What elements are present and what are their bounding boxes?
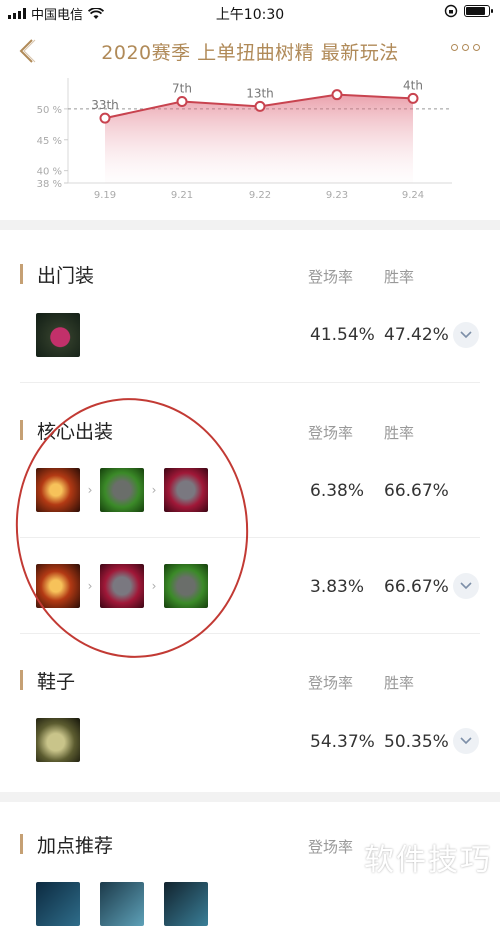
section-title: 加点推荐 [37, 834, 114, 857]
data-label: 13th [246, 86, 274, 100]
title-accent-bar [20, 264, 23, 284]
chevron-left-icon [19, 39, 36, 63]
data-point [99, 112, 111, 124]
status-bar: 中国电信 上午10:30 [0, 0, 500, 24]
data-point [407, 92, 419, 104]
chevron-down-icon [460, 582, 472, 590]
data-point [176, 95, 188, 107]
section-divider [0, 792, 500, 802]
x-tick-label: 9.22 [249, 190, 271, 201]
pick-rate-value: 3.83% [310, 577, 365, 597]
skill-order-header: 加点推荐 [20, 832, 114, 857]
dot-icon [462, 44, 469, 51]
pick-rate-value: 41.54% [310, 325, 375, 345]
status-right [444, 4, 493, 18]
win-rate-header: 胜率 [384, 268, 415, 286]
x-tick-label: 9.23 [326, 190, 348, 201]
data-point [331, 89, 343, 101]
win-rate-value: 47.42% [384, 325, 449, 345]
title-accent-bar [20, 834, 23, 854]
data-point [254, 100, 266, 112]
win-rate-value: 66.67% [384, 577, 449, 597]
expand-button[interactable] [453, 573, 479, 599]
chevron-down-icon [460, 331, 472, 339]
win-rate-header: 胜率 [384, 674, 415, 692]
build-row[interactable] [36, 313, 80, 357]
pick-rate-header: 登场率 [308, 674, 354, 692]
section-title: 出门装 [37, 264, 95, 287]
x-tick-label: 9.19 [94, 190, 116, 201]
dot-icon [473, 44, 480, 51]
pick-rate-value: 54.37% [310, 732, 375, 752]
clock: 上午10:30 [215, 7, 285, 23]
title-accent-bar [20, 420, 23, 440]
expand-button[interactable] [453, 322, 479, 348]
title-accent-bar [20, 670, 23, 690]
expand-button[interactable] [453, 728, 479, 754]
section-divider [0, 220, 500, 230]
y-tick-label: 38 % [37, 179, 62, 190]
win-rate-value: 66.67% [384, 481, 449, 501]
section-title: 鞋子 [37, 670, 76, 693]
y-tick-label: 45 % [37, 136, 62, 147]
divider [20, 382, 480, 383]
y-tick-label: 50 % [37, 105, 62, 116]
pick-rate-header: 登场率 [308, 838, 354, 856]
x-tick-label: 9.21 [171, 190, 193, 201]
win-rate-header: 胜率 [384, 424, 415, 442]
orientation-lock-icon [444, 4, 458, 18]
chevron-down-icon [460, 737, 472, 745]
pick-rate-value: 6.38% [310, 481, 365, 501]
starting-items-header: 出门装 [20, 262, 95, 287]
build-row[interactable] [36, 718, 80, 762]
winrate-chart: 38 %40 % 45 % 50 % 33th 7th 13th 4th 9.19 9.21 9.… [37, 78, 452, 201]
dot-icon [451, 44, 458, 51]
watermark: 软件技巧 [364, 843, 492, 878]
data-label: 4th [403, 78, 423, 92]
boots-header: 鞋子 [20, 668, 76, 693]
page-title: 2020赛季 上单扭曲树精 最新玩法 [101, 42, 399, 64]
battery-icon [464, 5, 493, 17]
pick-rate-header: 登场率 [308, 268, 354, 286]
back-button[interactable] [14, 36, 42, 66]
x-tick-label: 9.24 [402, 190, 424, 201]
data-label: 7th [172, 81, 192, 95]
data-label: 33th [91, 98, 119, 112]
flask-icon [36, 313, 80, 357]
pick-rate-header: 登场率 [308, 424, 354, 442]
more-button[interactable] [451, 44, 480, 51]
nav-bar: 2020赛季 上单扭曲树精 最新玩法 [0, 24, 500, 78]
win-rate-value: 50.35% [384, 732, 449, 752]
boots-icon [36, 718, 80, 762]
y-tick-label: 40 % [37, 167, 62, 178]
